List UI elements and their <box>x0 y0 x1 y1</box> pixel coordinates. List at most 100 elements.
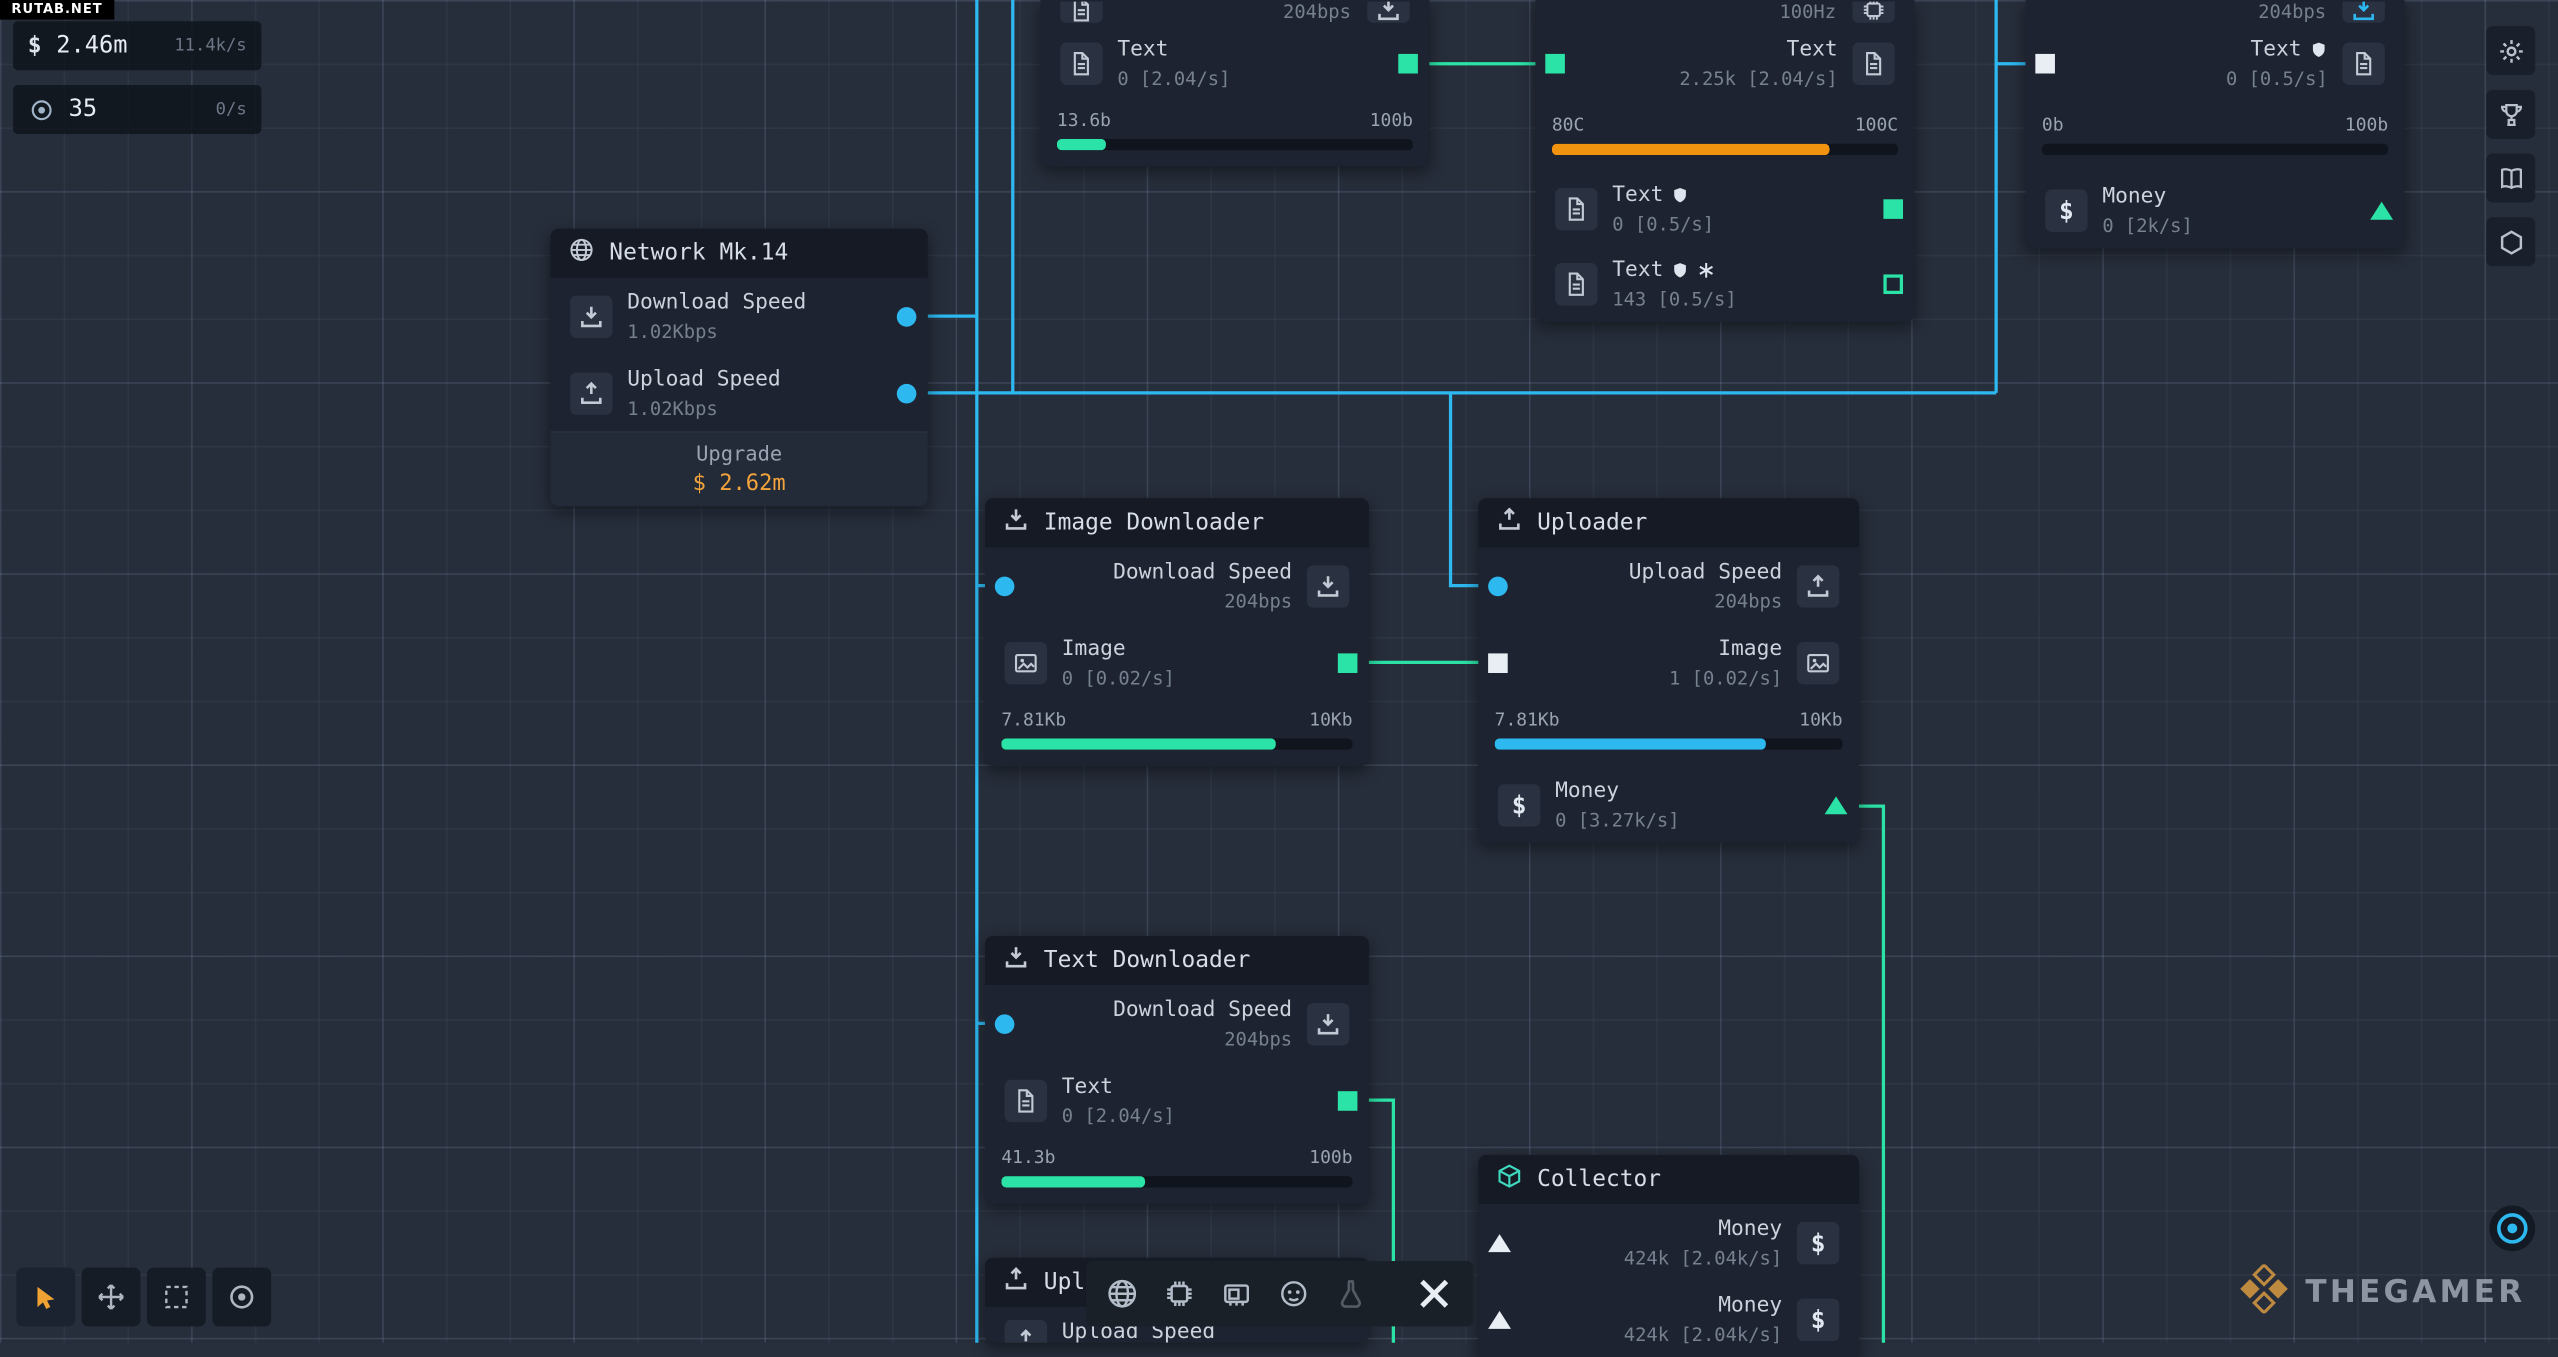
node-network-mk14[interactable]: Network Mk.14 Download Speed 1.02Kbps Up… <box>550 228 928 507</box>
hud-views: 35 0/s <box>13 84 262 134</box>
chip-icon[interactable] <box>1163 1277 1196 1310</box>
node-collector[interactable]: Collector Money 424k [2.04k/s] $ Money 4… <box>1478 1154 1859 1357</box>
node-title: Image Downloader <box>1043 509 1265 536</box>
encyclopedia-button[interactable] <box>2486 153 2536 203</box>
port-speed-input[interactable] <box>994 575 1015 596</box>
port-image-output[interactable] <box>1337 652 1358 673</box>
upgrade-button[interactable]: Upgrade $ 2.62m <box>550 431 928 507</box>
row-label: Download Speed <box>1113 559 1293 584</box>
marquee-tool-button[interactable] <box>147 1267 206 1327</box>
port-download-output[interactable] <box>896 306 917 326</box>
port-text-output-unconnected[interactable] <box>1883 274 1904 295</box>
port-text-output[interactable] <box>1883 199 1904 219</box>
globe-icon[interactable] <box>1106 1277 1139 1310</box>
inventory-button[interactable] <box>2486 217 2536 267</box>
row-download-speed: Download Speed 1.02Kbps <box>550 278 927 355</box>
row-label: Text <box>1612 258 1664 283</box>
row-label: Image <box>1061 636 1126 661</box>
row-text-input: Text 0 [0.5/s] <box>2026 26 2405 101</box>
row-value: 424k [2.04k/s] <box>1623 1245 1783 1269</box>
shield-icon <box>2310 41 2328 59</box>
port-speed-input[interactable] <box>1488 575 1508 596</box>
download-icon <box>1306 564 1350 607</box>
file-icon <box>2342 42 2385 85</box>
node-text-downloader-top[interactable]: 204bps Text 0 [2.04/s] 13.6b 100b <box>1040 0 1430 167</box>
progress-fill <box>1551 143 1829 156</box>
buffer-progress: 41.3b 100b <box>985 1139 1369 1204</box>
publisher-name: THEGAMER <box>2305 1274 2526 1311</box>
progress-max: 10Kb <box>1799 708 1843 731</box>
node-uploader[interactable]: Uploader Upload Speed 204bps Image 1 [0.… <box>1478 498 1859 843</box>
daemon-icon[interactable] <box>1277 1277 1310 1310</box>
node-cpu-top[interactable]: 100Hz Text 2.25k [2.04/s] 80C 100C Text … <box>1535 0 1915 322</box>
port-image-input[interactable] <box>1488 652 1508 673</box>
money-rate: 11.4k/s <box>174 35 247 56</box>
node-uploader-top[interactable]: 204bps Text 0 [0.5/s] 0b 100b $ Money 0 … <box>2025 0 2405 249</box>
row-label: Money <box>1718 1216 1783 1241</box>
rate-value: 204bps <box>2258 0 2327 23</box>
settings-button[interactable] <box>2486 26 2536 76</box>
crossed-tools-icon[interactable] <box>1415 1274 1454 1313</box>
row-label: Text <box>1061 1074 1113 1099</box>
port-text-input[interactable] <box>2035 53 2055 74</box>
buffer-progress: 7.81Kb 10Kb <box>985 701 1369 766</box>
node-header[interactable]: Uploader <box>1478 498 1859 548</box>
upload-icon <box>1003 1266 1029 1299</box>
row-value: 0 [3.27k/s] <box>1555 807 1680 831</box>
file-icon <box>1852 42 1895 85</box>
achievements-button[interactable] <box>2486 89 2536 139</box>
row-text-output-2: Text 143 [0.5/s] <box>1535 247 1914 322</box>
gpu-icon[interactable] <box>1220 1277 1253 1310</box>
site-watermark: RUTAB.NET <box>0 0 115 20</box>
node-header[interactable]: Text Downloader <box>985 935 1369 986</box>
file-icon <box>1060 42 1103 85</box>
row-money: $ Money 0 [2k/s] <box>2026 172 2405 249</box>
row-text: Text 0 [2.04/s] <box>1041 26 1430 101</box>
port-money-input[interactable] <box>1488 1310 1511 1329</box>
move-tool-button[interactable] <box>81 1267 141 1327</box>
port-money-input[interactable] <box>1488 1233 1511 1252</box>
node-header[interactable]: Collector <box>1478 1154 1859 1204</box>
cursor-tool-button[interactable] <box>16 1267 76 1327</box>
progress-min: 13.6b <box>1056 109 1111 131</box>
progress-max: 10Kb <box>1309 708 1353 731</box>
row-text-output: Text 0 [0.5/s] <box>1535 172 1914 247</box>
row-label: Download Speed <box>627 289 807 315</box>
row-value: 143 [0.5/s] <box>1612 287 1737 311</box>
circle-tool-button[interactable] <box>212 1267 272 1327</box>
port-text-input[interactable] <box>1545 53 1565 74</box>
node-header[interactable]: Network Mk.14 <box>550 228 928 278</box>
download-icon <box>2342 1 2385 23</box>
progress-max: 100C <box>1854 114 1899 136</box>
port-text-output[interactable] <box>1398 53 1418 74</box>
port-money-output[interactable] <box>1824 795 1848 814</box>
radar-button[interactable] <box>2489 1205 2536 1252</box>
port-speed-input[interactable] <box>994 1013 1015 1034</box>
right-toolbar <box>2486 26 2536 267</box>
port-money-output[interactable] <box>2370 200 2394 219</box>
dollar-icon: $ <box>1796 1297 1840 1341</box>
download-icon <box>1003 506 1029 539</box>
file-icon <box>1555 187 1598 231</box>
node-text-downloader[interactable]: Text Downloader Download Speed 204bps Te… <box>985 935 1369 1204</box>
dollar-icon: $ <box>1796 1221 1840 1264</box>
progress-fill <box>1056 138 1106 151</box>
upload-icon <box>1004 1319 1048 1343</box>
row-label: Text <box>1612 182 1664 208</box>
row-label: Text <box>2250 37 2302 63</box>
game-canvas[interactable]: 204bps Text 0 [2.04/s] 13.6b 100b 100Hz … <box>0 0 2558 1357</box>
publisher-watermark: THEGAMER <box>2240 1262 2526 1320</box>
node-header[interactable]: Image Downloader <box>985 498 1369 548</box>
upload-icon <box>1796 564 1840 607</box>
row-label: Money <box>1718 1292 1783 1318</box>
row-value: 204bps <box>1714 588 1783 612</box>
flask-icon[interactable] <box>1335 1277 1368 1310</box>
port-text-output[interactable] <box>1337 1090 1358 1110</box>
node-image-downloader[interactable]: Image Downloader Download Speed 204bps I… <box>985 498 1369 767</box>
row-label: Money <box>1555 778 1620 803</box>
target-icon <box>28 97 54 122</box>
dollar-icon: $ <box>27 32 42 59</box>
rate-value: 204bps <box>1283 0 1351 23</box>
progress-max: 100b <box>1309 1146 1353 1168</box>
port-upload-output[interactable] <box>896 383 917 403</box>
